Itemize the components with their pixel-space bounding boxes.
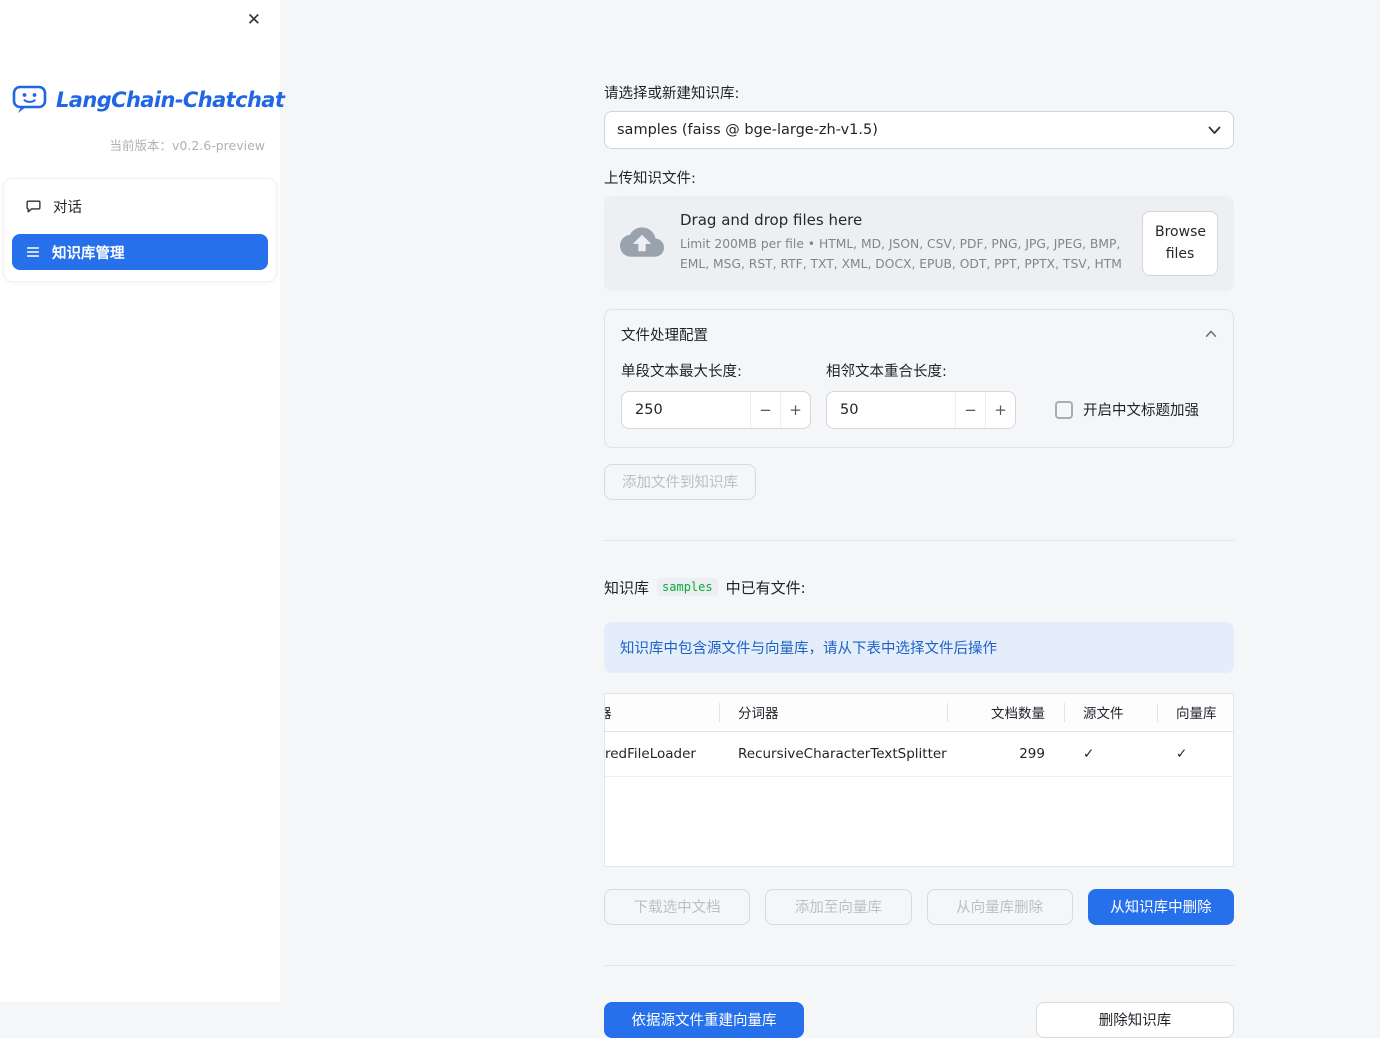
cloud-upload-icon [620,227,664,259]
browse-files-button[interactable]: Browse files [1142,211,1218,276]
files-table[interactable]: 器 分词器 文档数量 源文件 向量库 redFileLoader Recursi… [604,692,1234,867]
cell-docs: 299 [1019,745,1045,762]
table-header-row: 器 分词器 文档数量 源文件 向量库 [605,693,1233,732]
chunk-size-group: 单段文本最大长度: 250 − + [621,360,811,429]
table-row[interactable]: redFileLoader RecursiveCharacterTextSpli… [605,732,1233,777]
overlap-group: 相邻文本重合长度: 50 − + [826,360,1016,429]
checkmark-icon: ✓ [1176,745,1188,762]
existing-suffix: 中已有文件: [725,578,806,597]
info-banner: 知识库中包含源文件与向量库，请从下表中选择文件后操作 [604,621,1234,673]
cell-source-check: ✓ [1065,732,1158,776]
chunk-size-input[interactable]: 250 − + [621,390,811,429]
existing-prefix: 知识库 [604,578,650,597]
overlap-input[interactable]: 50 − + [826,390,1016,429]
col-header-splitter[interactable]: 分词器 [720,694,948,731]
existing-files-heading: 知识库 samples 中已有文件: [604,577,1234,598]
chat-logo-icon [12,84,48,115]
kb-actions: 依据源文件重建向量库 删除知识库 [604,1001,1234,1038]
delete-from-kb-button[interactable]: 从知识库中删除 [1087,888,1234,925]
overlap-value: 50 [840,401,859,418]
app-title: LangChain-Chatchat [56,87,285,112]
delete-from-vectorstore-button[interactable]: 从向量库删除 [926,888,1073,925]
kb-select-label: 请选择或新建知识库: [604,86,740,102]
col-header-vector[interactable]: 向量库 [1158,694,1233,731]
chevron-up-icon [1205,330,1217,338]
checkbox-icon[interactable] [1055,400,1073,419]
cell-splitter: RecursiveCharacterTextSplitter [738,745,947,762]
col-header-loader[interactable]: 器 [605,694,720,731]
minus-icon[interactable]: − [750,391,780,428]
divider [604,539,1234,541]
sidebar-item-knowledge-base[interactable]: 知识库管理 [12,234,268,270]
plus-icon[interactable]: + [780,391,810,428]
sidebar-item-dialogue[interactable]: 对话 [12,188,268,224]
col-header-source[interactable]: 源文件 [1065,694,1158,731]
app-logo: LangChain-Chatchat [12,84,285,115]
file-actions: 下载选中文档 添加至向量库 从向量库删除 从知识库中删除 [604,888,1234,925]
dropzone-text: Drag and drop files here Limit 200MB per… [680,211,1126,275]
sidebar-menu: 对话 知识库管理 [3,178,277,282]
checkbox-label: 开启中文标题加强 [1083,403,1199,420]
dropzone-limit: Limit 200MB per file • HTML, MD, JSON, C… [680,237,1122,272]
add-to-vectorstore-button[interactable]: 添加至向量库 [765,888,912,925]
file-config-expander: 文件处理配置 单段文本最大长度: 250 − + 相邻文本重合长度: 50 − … [604,308,1234,448]
chunk-size-value: 250 [635,401,663,418]
rebuild-vectorstore-button[interactable]: 依据源文件重建向量库 [604,1001,804,1038]
close-sidebar-icon[interactable]: ✕ [241,7,267,33]
divider [604,964,1234,966]
file-dropzone[interactable]: Drag and drop files here Limit 200MB per… [604,196,1234,291]
col-header-docs[interactable]: 文档数量 [948,694,1065,731]
dropzone-title: Drag and drop files here [680,211,863,230]
chevron-down-icon [1208,126,1221,135]
expander-header[interactable]: 文件处理配置 [621,324,1217,345]
cell-loader: redFileLoader [605,745,696,762]
kb-name-code: samples [657,578,718,597]
download-selected-button[interactable]: 下载选中文档 [604,888,751,925]
chunk-size-label: 单段文本最大长度: [621,363,742,380]
checkmark-icon: ✓ [1083,745,1095,762]
list-icon [25,244,41,260]
zh-title-enhance-checkbox[interactable]: 开启中文标题加强 [1055,391,1199,429]
main-content: 请选择或新建知识库: samples (faiss @ bge-large-zh… [280,0,1380,1038]
kb-select[interactable]: samples (faiss @ bge-large-zh-v1.5) [604,111,1234,149]
sidebar-item-label: 知识库管理 [52,245,125,262]
kb-select-value: samples (faiss @ bge-large-zh-v1.5) [617,122,878,138]
minus-icon[interactable]: − [955,391,985,428]
config-row: 单段文本最大长度: 250 − + 相邻文本重合长度: 50 − + 开启中文标… [621,360,1217,429]
version-label: 当前版本：v0.2.6-preview [109,138,265,153]
sidebar-item-label: 对话 [53,199,82,216]
plus-icon[interactable]: + [985,391,1015,428]
expander-title: 文件处理配置 [621,327,708,344]
overlap-label: 相邻文本重合长度: [826,363,947,380]
cell-vector-check: ✓ [1158,732,1233,776]
chat-bubble-icon [25,198,42,215]
delete-kb-button[interactable]: 删除知识库 [1036,1001,1234,1038]
upload-label: 上传知识文件: [604,171,696,187]
add-files-button[interactable]: 添加文件到知识库 [604,463,756,500]
sidebar: ✕ LangChain-Chatchat 当前版本：v0.2.6-preview… [0,0,285,1002]
